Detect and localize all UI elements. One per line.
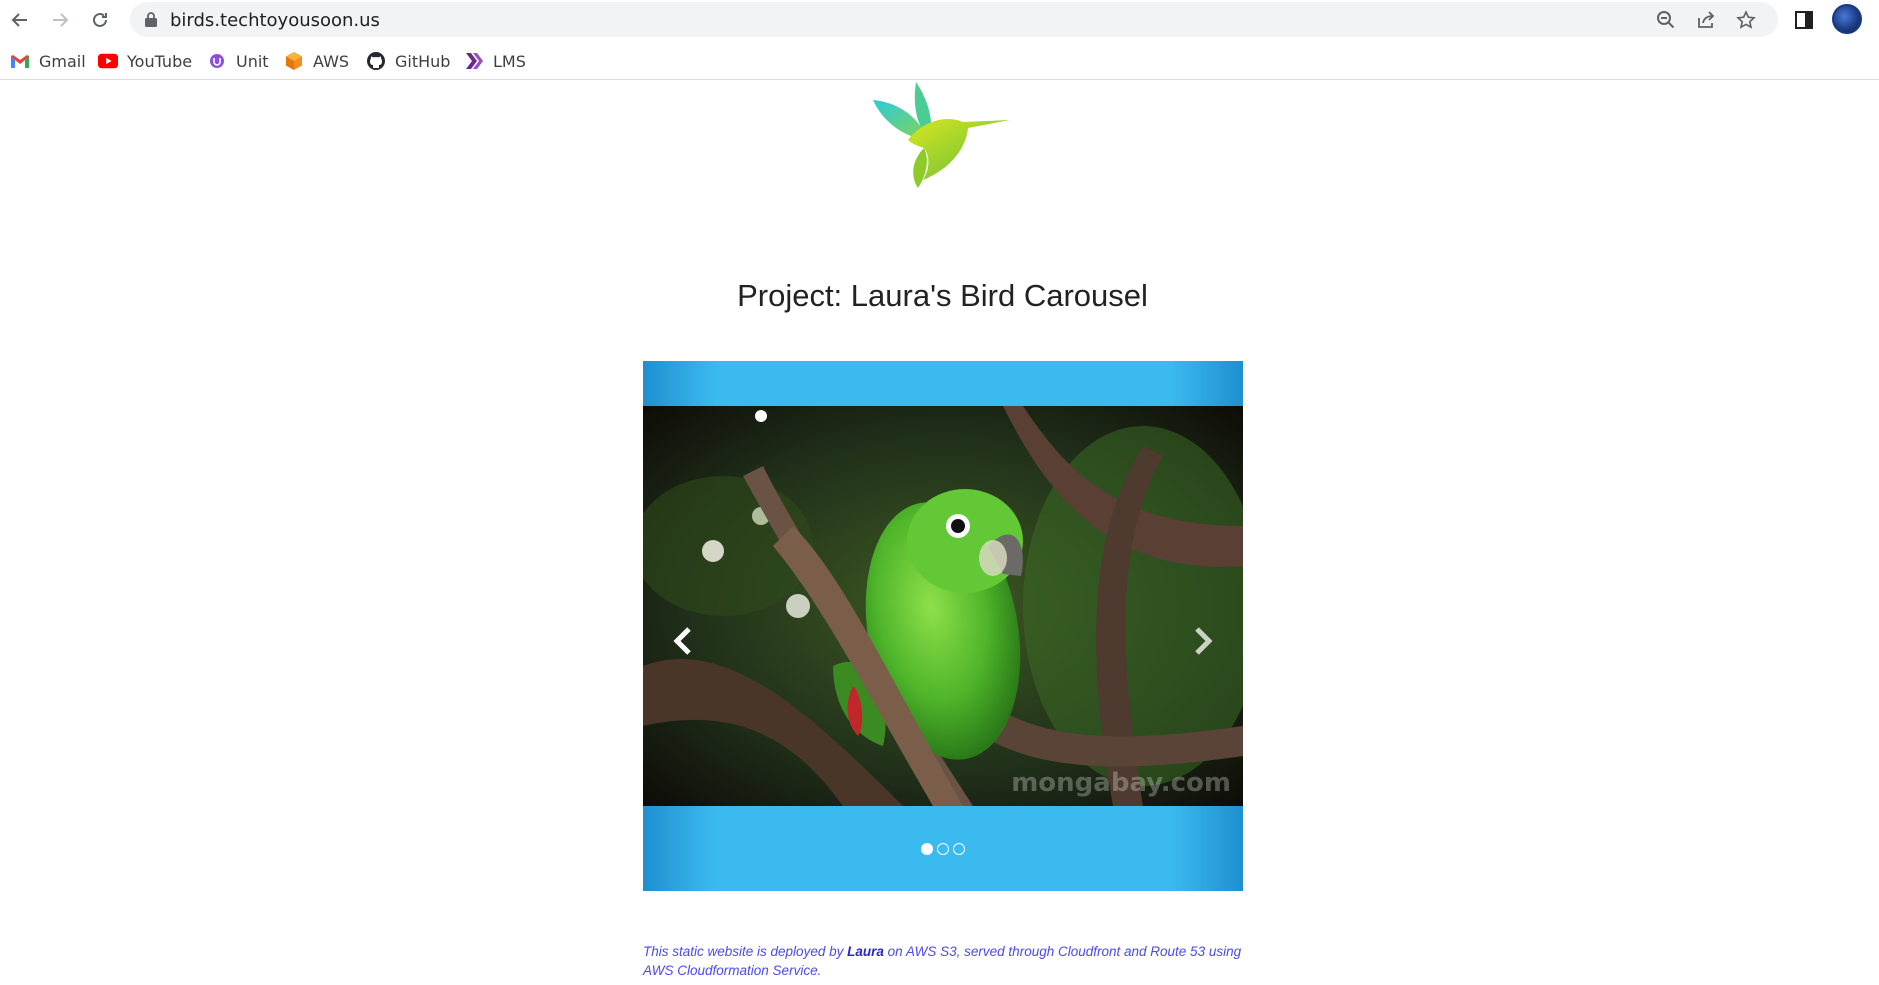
gmail-icon [10, 51, 30, 71]
profile-avatar[interactable] [1832, 4, 1862, 34]
unit-icon [207, 51, 227, 71]
carousel-prev-button[interactable] [663, 621, 703, 661]
back-arrow-icon [11, 13, 27, 27]
lms-icon [464, 51, 484, 71]
footer-note: This static website is deployed by Laura… [643, 942, 1263, 980]
bookmark-label: AWS [313, 51, 350, 71]
address-bar[interactable]: birds.techtoyousoon.us [130, 2, 1778, 37]
chevron-left-icon [673, 627, 691, 655]
bookmark-aws[interactable]: AWS [284, 50, 349, 72]
bookmark-youtube[interactable]: YouTube [98, 50, 192, 72]
bookmarks-bar: Gmail YouTube Unit AWS GitHub LMS [0, 42, 1879, 80]
carousel-next-button[interactable] [1183, 621, 1223, 661]
bookmark-label: GitHub [395, 51, 451, 71]
carousel-indicator-3[interactable] [953, 843, 965, 855]
bookmark-github[interactable]: GitHub [366, 50, 450, 72]
zoom-icon[interactable] [1655, 9, 1677, 31]
share-icon[interactable] [1695, 9, 1717, 31]
bookmark-label: Unit [236, 51, 269, 71]
footer-text-before: This static website is deployed by [643, 944, 848, 959]
lock-icon [145, 12, 157, 27]
back-button[interactable] [6, 6, 34, 34]
bookmark-star-icon[interactable] [1735, 9, 1757, 31]
github-icon [366, 51, 386, 71]
aws-icon [284, 51, 304, 71]
bookmark-label: Gmail [39, 51, 86, 71]
bookmark-label: LMS [493, 51, 526, 71]
browser-toolbar: birds.techtoyousoon.us [0, 0, 1879, 40]
carousel-indicators [643, 843, 1243, 855]
photo-watermark: mongabay.com [1011, 768, 1231, 798]
url-text[interactable]: birds.techtoyousoon.us [170, 10, 380, 31]
reload-icon [93, 12, 107, 27]
carousel-slide-image: mongabay.com [643, 406, 1243, 806]
reload-button[interactable] [86, 6, 114, 34]
side-panel-icon[interactable] [1792, 8, 1816, 32]
footer-author: Laura [847, 944, 884, 959]
bird-carousel[interactable]: mongabay.com [643, 361, 1243, 891]
bookmark-unit[interactable]: Unit [207, 50, 269, 72]
hummingbird-logo [873, 82, 1010, 188]
forward-button[interactable] [46, 6, 74, 34]
parrot-photo [643, 406, 1243, 806]
forward-arrow-icon [53, 13, 69, 27]
youtube-icon [98, 51, 118, 71]
chevron-right-icon [1195, 627, 1213, 655]
page-title: Project: Laura's Bird Carousel [737, 278, 1148, 313]
bookmark-gmail[interactable]: Gmail [10, 50, 86, 72]
carousel-indicator-1[interactable] [921, 843, 933, 855]
bookmark-lms[interactable]: LMS [464, 50, 526, 72]
bookmark-label: YouTube [127, 51, 193, 71]
carousel-indicator-2[interactable] [937, 843, 949, 855]
